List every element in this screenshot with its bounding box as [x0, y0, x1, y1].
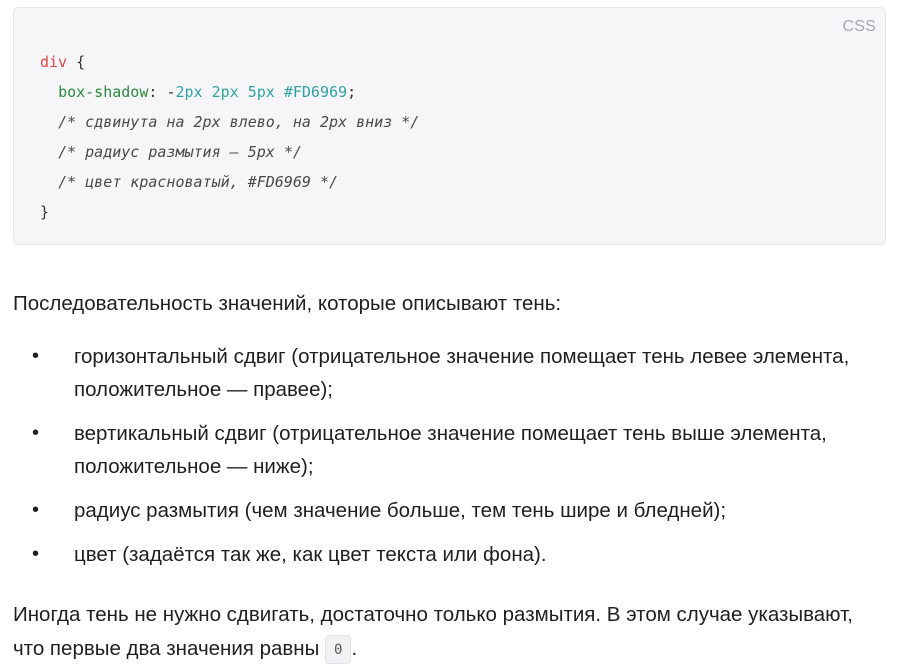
code-line-comment: /* радиус размытия — 5px */: [40, 137, 419, 167]
code-line-comment: /* сдвинута на 2px влево, на 2px вниз */: [40, 107, 419, 137]
code-value-x: 2px: [175, 83, 203, 101]
bullet-icon: •: [32, 543, 40, 565]
list-item: • вертикальный сдвиг (отрицательное знач…: [13, 417, 883, 483]
closing-paragraph-period: .: [351, 637, 358, 660]
shadow-values-list: • горизонтальный сдвиг (отрицательное зн…: [13, 340, 883, 582]
bullet-icon: •: [32, 422, 40, 444]
bullet-icon: •: [32, 499, 40, 521]
code-value-color: #FD6969: [283, 83, 348, 101]
list-item-text: радиус размытия (чем значение больше, те…: [74, 499, 727, 522]
closing-paragraph: Иногда тень не нужно сдвигать, достаточн…: [13, 598, 883, 666]
code-colon: :: [148, 83, 167, 101]
list-item: • горизонтальный сдвиг (отрицательное зн…: [13, 340, 883, 406]
code-block: CSS div { box-shadow: -2px 2px 5px #FD69…: [13, 7, 886, 245]
code-property: box-shadow: [58, 83, 149, 101]
intro-paragraph: Последовательность значений, которые опи…: [13, 292, 562, 315]
code-selector: div: [40, 53, 68, 71]
code-value-y: 2px: [211, 83, 239, 101]
code-close-brace: }: [40, 203, 50, 221]
code-language-label: CSS: [842, 18, 876, 35]
code-semicolon: ;: [347, 83, 357, 101]
code-content: div { box-shadow: -2px 2px 5px #FD6969; …: [40, 47, 419, 227]
list-item: • цвет (задаётся так же, как цвет текста…: [13, 538, 883, 571]
list-item-text: цвет (задаётся так же, как цвет текста и…: [74, 543, 547, 566]
list-item-text: вертикальный сдвиг (отрицательное значен…: [74, 422, 827, 478]
code-comment-color: /* цвет красноватый, #FD6969 */: [58, 173, 339, 191]
code-line-declaration: box-shadow: -2px 2px 5px #FD6969;: [40, 77, 419, 107]
code-open-brace: {: [67, 53, 86, 71]
list-item-text: горизонтальный сдвиг (отрицательное знач…: [74, 345, 850, 401]
code-value-blur: 5px: [247, 83, 275, 101]
closing-paragraph-text: Иногда тень не нужно сдвигать, достаточн…: [13, 603, 853, 660]
bullet-icon: •: [32, 345, 40, 367]
code-comment-offset: /* сдвинута на 2px влево, на 2px вниз */: [58, 113, 420, 131]
code-line-close: }: [40, 197, 419, 227]
inline-code-zero: 0: [325, 635, 352, 664]
code-comment-blur: /* радиус размытия — 5px */: [58, 143, 302, 161]
code-line-comment: /* цвет красноватый, #FD6969 */: [40, 167, 419, 197]
list-item: • радиус размытия (чем значение больше, …: [13, 494, 883, 527]
code-line-selector: div {: [40, 47, 419, 77]
